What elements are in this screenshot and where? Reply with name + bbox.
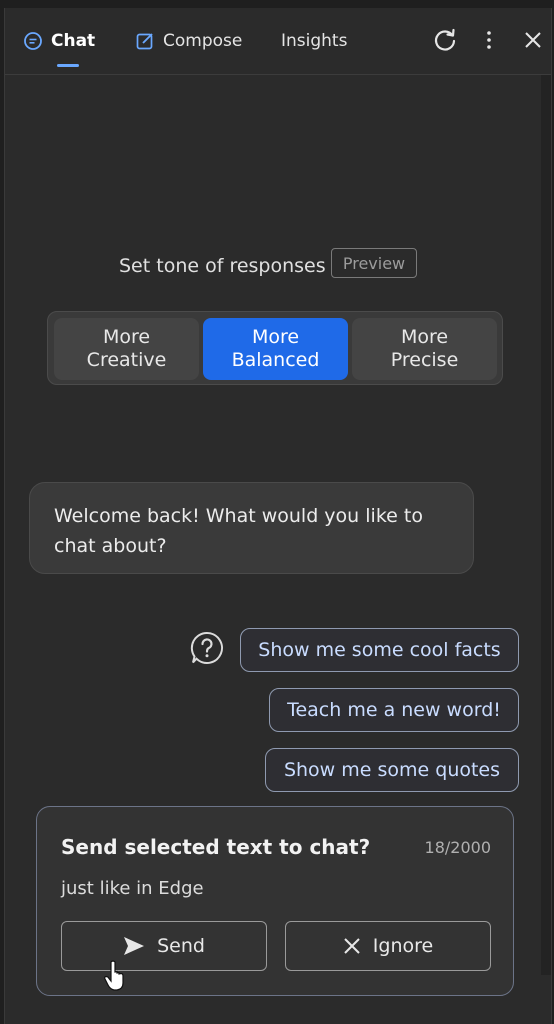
welcome-line-2: chat about? [54, 535, 167, 557]
more-options-button[interactable] [473, 24, 505, 56]
refresh-icon [434, 28, 456, 51]
selected-text-preview: just like in Edge [61, 878, 204, 899]
hand-cursor-icon [104, 960, 124, 991]
tone-creative-line2: Creative [86, 349, 167, 371]
compose-icon [136, 33, 153, 50]
ignore-button[interactable]: Ignore [285, 921, 491, 971]
tone-label: Set tone of responses [119, 255, 326, 277]
refresh-button[interactable] [429, 24, 461, 56]
bot-welcome-message: Welcome back! What would you like to cha… [29, 482, 474, 574]
close-icon [344, 938, 360, 954]
tone-precise-line1: More [400, 326, 449, 348]
suggestion-cool-facts[interactable]: Show me some cool facts [240, 628, 519, 672]
preview-badge: Preview [331, 248, 417, 278]
tone-creative-line1: More [102, 326, 151, 348]
tab-chat[interactable]: Chat [23, 26, 96, 67]
ignore-button-label: Ignore [372, 935, 434, 957]
suggestion-quotes[interactable]: Show me some quotes [265, 748, 519, 792]
close-icon [525, 32, 541, 48]
tab-bar: Chat Compose Insights [5, 8, 551, 75]
tab-compose[interactable]: Compose [135, 26, 242, 56]
tab-chat-label: Chat [51, 31, 96, 51]
more-vertical-icon [487, 31, 491, 49]
tone-balanced-line1: More [251, 326, 300, 348]
tab-insights-label: Insights [281, 31, 348, 51]
suggestion-new-word[interactable]: Teach me a new word! [269, 688, 519, 732]
tone-selector: More Creative More Balanced More Precise [47, 311, 503, 385]
help-icon[interactable] [189, 630, 225, 666]
tab-insights[interactable]: Insights [281, 26, 347, 56]
tone-precise-line2: Precise [390, 349, 459, 371]
send-icon [124, 937, 145, 955]
sidebar-panel: Chat Compose Insights Set tone of respon… [4, 8, 552, 1024]
tone-balanced-line2: Balanced [231, 349, 320, 371]
send-button[interactable]: Send [61, 921, 267, 971]
send-card-title: Send selected text to chat? [61, 835, 371, 859]
tone-creative-button[interactable]: More Creative [54, 318, 199, 380]
welcome-line-1: Welcome back! What would you like to [54, 505, 423, 527]
tone-balanced-button[interactable]: More Balanced [203, 318, 348, 380]
tone-precise-button[interactable]: More Precise [352, 318, 497, 380]
tab-compose-label: Compose [163, 31, 243, 51]
send-button-label: Send [157, 935, 205, 957]
char-count: 18/2000 [424, 838, 491, 857]
scrollbar[interactable] [541, 75, 551, 975]
active-tab-indicator [57, 64, 79, 67]
chat-icon [24, 32, 42, 50]
close-button[interactable] [517, 24, 549, 56]
